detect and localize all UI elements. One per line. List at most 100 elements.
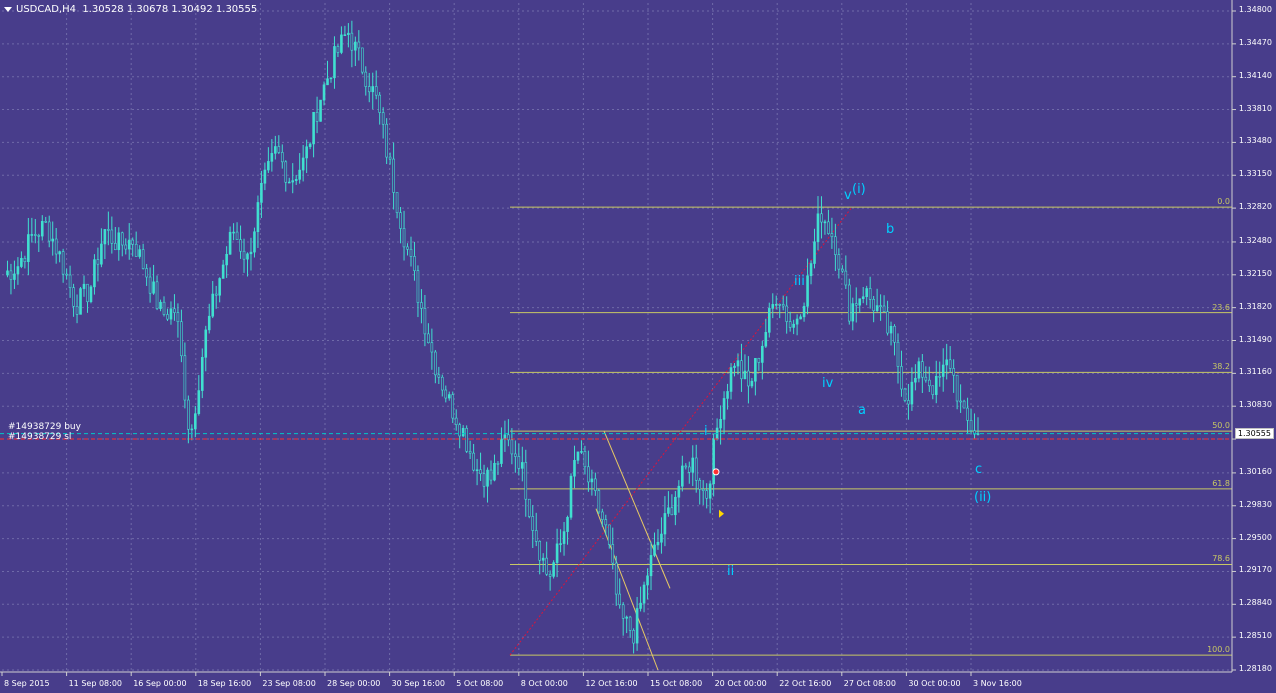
candle-body (816, 213, 820, 243)
candle-body (931, 385, 935, 395)
price-tick-label: 1.28180 (1238, 664, 1272, 673)
candle-body (93, 259, 96, 288)
candle-body (100, 243, 103, 265)
candle-body (107, 229, 110, 231)
candle-body (955, 374, 959, 402)
candle-body (889, 325, 893, 334)
candle-body (778, 304, 782, 306)
candle-body (392, 158, 395, 193)
price-tick-label: 1.34470 (1238, 37, 1272, 47)
candle-body (159, 301, 162, 309)
order-lines[interactable] (0, 433, 1232, 518)
candle-body (40, 220, 44, 237)
candle-body (792, 323, 795, 328)
candle-body (416, 270, 420, 303)
candle-body (204, 329, 208, 358)
candle-body (291, 180, 295, 183)
candle-body (51, 238, 55, 242)
candle-body (802, 306, 806, 318)
candle-body (34, 234, 37, 236)
wave-label-iii: iii (794, 274, 805, 289)
candle-body (458, 424, 461, 437)
candle-body (576, 451, 580, 461)
candle-body (670, 507, 674, 516)
candle-body (301, 157, 305, 171)
candle-body (747, 370, 750, 387)
current-price-label: 1.30555 (1234, 427, 1274, 439)
candle-body (152, 281, 155, 294)
candle-body (907, 400, 910, 405)
candle-body (632, 630, 635, 644)
candle-body (30, 234, 34, 236)
price-chart-canvas[interactable] (0, 0, 1276, 693)
candle-body (378, 94, 381, 113)
chart-header[interactable]: USDCAD,H4 1.30528 1.30678 1.30492 1.3055… (4, 4, 257, 15)
candle-body (566, 517, 569, 532)
candle-body (642, 584, 646, 604)
candle-body (246, 253, 249, 260)
price-tick-label: 1.29170 (1238, 565, 1272, 575)
candle-body (228, 231, 232, 255)
candle-body (427, 333, 430, 344)
candle-body (381, 112, 385, 125)
wave-label-c: c (975, 462, 983, 477)
candle-body (757, 358, 761, 363)
order-entry-marker (712, 468, 720, 476)
symbol-label: USDCAD,H4 (16, 4, 76, 15)
wave-label-v: v (844, 188, 852, 203)
candle-body (145, 268, 148, 278)
time-tick-label: 30 Sep 16:00 (391, 679, 445, 688)
price-tick-label: 1.32480 (1238, 235, 1272, 245)
candle-body (541, 557, 545, 561)
candle-body (447, 394, 451, 399)
time-tick-label: 11 Sep 08:00 (68, 679, 122, 688)
candle-body (900, 366, 903, 390)
candle-body (235, 231, 239, 240)
price-tick-label: 1.32150 (1238, 268, 1272, 278)
order-buy-label[interactable]: #14938729 buy (8, 422, 81, 432)
candle-body (239, 239, 242, 252)
candle-body (639, 602, 642, 609)
candle-body (934, 375, 938, 395)
collapse-triangle-icon[interactable] (4, 6, 12, 12)
candle-body (197, 390, 201, 414)
order-sl-label[interactable]: #14938729 sl (8, 432, 71, 442)
candle-body (691, 457, 695, 473)
price-tick-label: 1.34800 (1238, 5, 1272, 14)
wave-label-a: a (858, 403, 866, 418)
wave-label-iv: iv (822, 376, 834, 391)
candle-body (921, 361, 924, 378)
candle-body (326, 78, 329, 86)
candle-body (788, 321, 792, 328)
candle-body (364, 71, 368, 87)
wave-label-ii-small: ii (727, 564, 735, 579)
candle-body (350, 32, 354, 51)
candle-body (962, 400, 966, 409)
chart-window[interactable]: USDCAD,H4 1.30528 1.30678 1.30492 1.3055… (0, 0, 1276, 693)
candle-body (517, 456, 521, 469)
candle-body (969, 420, 973, 432)
axes (0, 0, 1236, 676)
candle-body (200, 357, 204, 391)
candle-body (187, 399, 190, 430)
candle-body (305, 146, 308, 159)
candle-body (114, 243, 117, 251)
candle-body (722, 398, 726, 420)
candle-body (761, 345, 764, 363)
candle-body (13, 273, 16, 280)
candle-body (795, 318, 799, 325)
candle-body (9, 270, 13, 280)
candle-body (284, 161, 288, 183)
candle-body (110, 229, 114, 244)
candle-body (736, 360, 740, 367)
wave-label-ii-paren: (ii) (974, 490, 992, 505)
candle-body (127, 239, 131, 250)
candle-body (27, 234, 30, 262)
time-tick-label: 8 Oct 00:00 (520, 679, 568, 688)
candle-body (607, 524, 611, 545)
candle-body (590, 478, 594, 483)
price-tick-label: 1.34140 (1238, 70, 1272, 80)
time-tick-label: 28 Sep 00:00 (327, 679, 381, 688)
candle-body (948, 359, 952, 369)
candle-body (221, 264, 225, 279)
